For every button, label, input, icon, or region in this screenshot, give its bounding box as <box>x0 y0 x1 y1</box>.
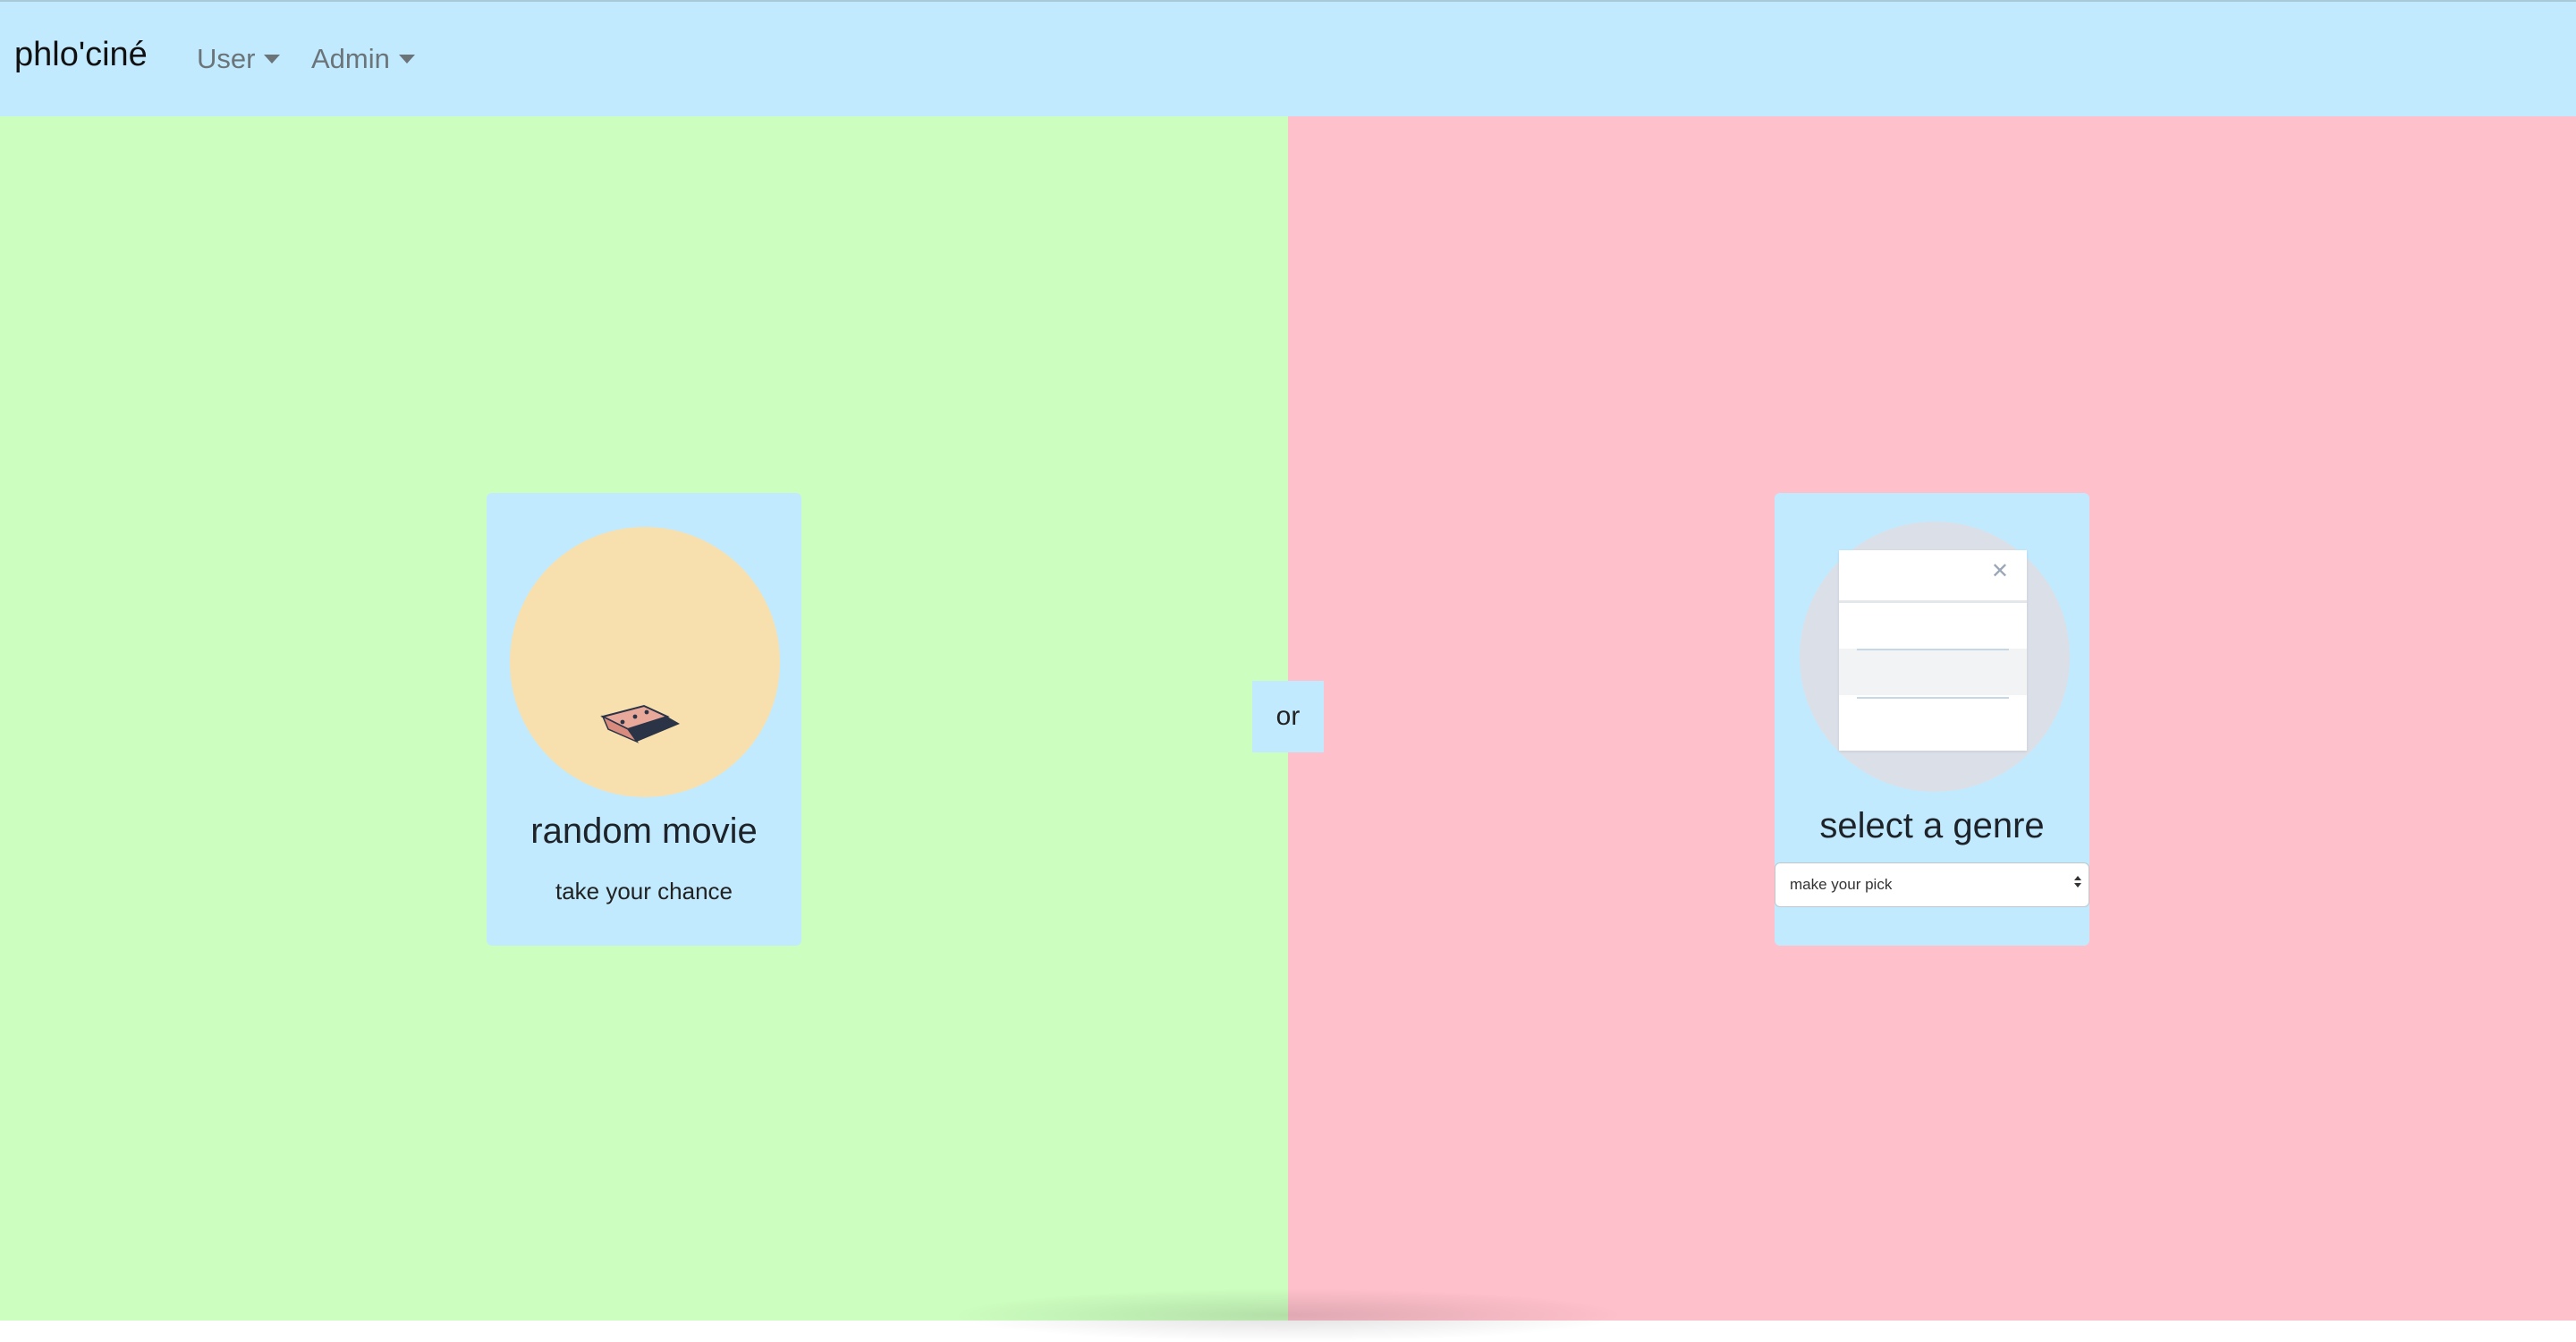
bottom-shadow <box>948 1288 1628 1342</box>
caret-down-icon <box>398 55 415 64</box>
caret-down-icon <box>264 55 281 64</box>
illustration-field-line <box>1857 649 2009 650</box>
random-movie-card[interactable]: random movie take your chance <box>487 493 801 946</box>
random-movie-illustration <box>510 527 780 797</box>
genre-select[interactable]: make your pick <box>1775 862 2089 907</box>
genre-card: ✕ select a genre make your pick <box>1775 493 2089 946</box>
or-separator: or <box>1252 681 1324 752</box>
select-genre-title: select a genre <box>1819 806 2045 845</box>
random-movie-title: random movie <box>530 811 758 851</box>
user-menu-label: User <box>197 43 256 74</box>
ticket-icon <box>600 704 680 743</box>
select-arrows-icon <box>2074 876 2081 888</box>
genre-select-value: make your pick <box>1790 876 1893 893</box>
illustration-band <box>1839 649 2027 695</box>
navbar: phlo'ciné User Admin <box>0 0 2576 116</box>
illustration-field-line <box>1857 697 2009 699</box>
brand-logo[interactable]: phlo'ciné <box>14 36 148 74</box>
admin-menu-dropdown[interactable]: Admin <box>311 43 415 75</box>
take-your-chance-link[interactable]: take your chance <box>487 878 801 905</box>
close-icon: ✕ <box>1990 559 2009 583</box>
or-label: or <box>1275 701 1301 731</box>
dialog-illustration-icon: ✕ <box>1839 550 2027 751</box>
user-menu-dropdown[interactable]: User <box>197 43 281 75</box>
admin-menu-label: Admin <box>311 43 390 74</box>
divider <box>1839 600 2027 603</box>
